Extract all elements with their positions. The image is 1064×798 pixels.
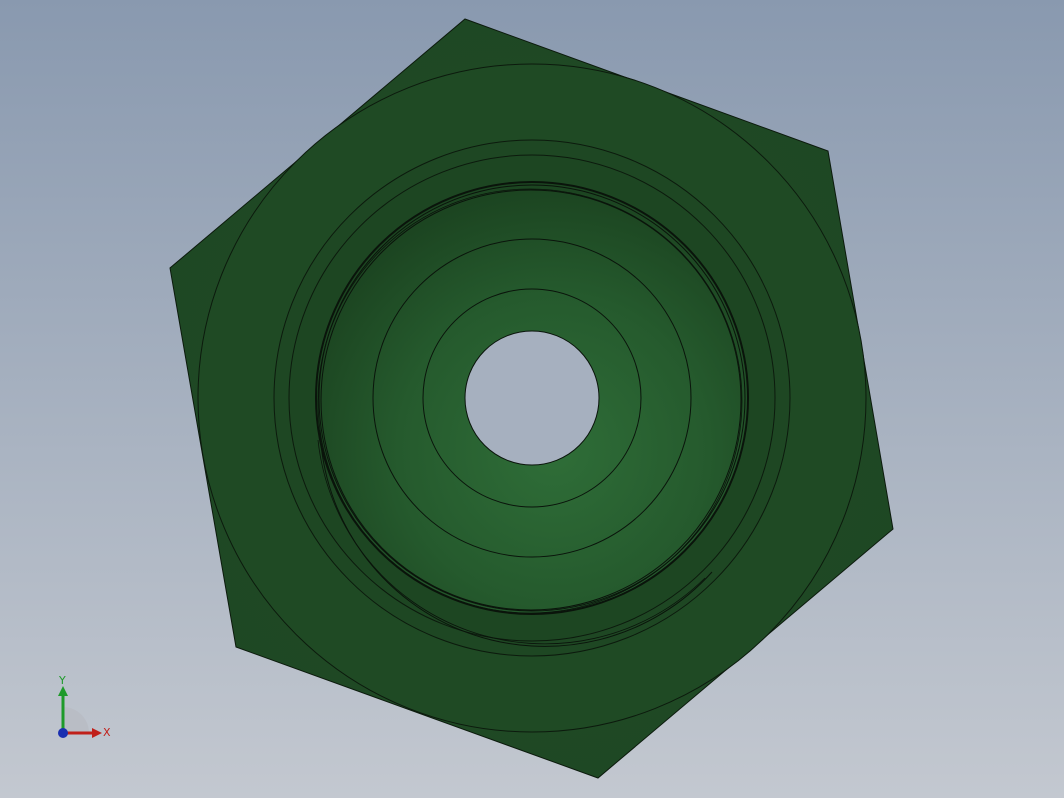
x-axis-label: X (103, 726, 111, 739)
cad-graphics-viewport[interactable]: Y X (0, 0, 1064, 798)
axis-triad: Y X (58, 674, 111, 739)
y-axis-label: Y (58, 674, 66, 687)
y-axis-arrow (58, 686, 68, 696)
z-axis-dot (58, 728, 68, 738)
triad-quadrant (63, 707, 89, 733)
x-axis-arrow (92, 728, 102, 738)
through-hole[interactable] (464, 330, 600, 466)
model-view[interactable] (0, 0, 1064, 798)
